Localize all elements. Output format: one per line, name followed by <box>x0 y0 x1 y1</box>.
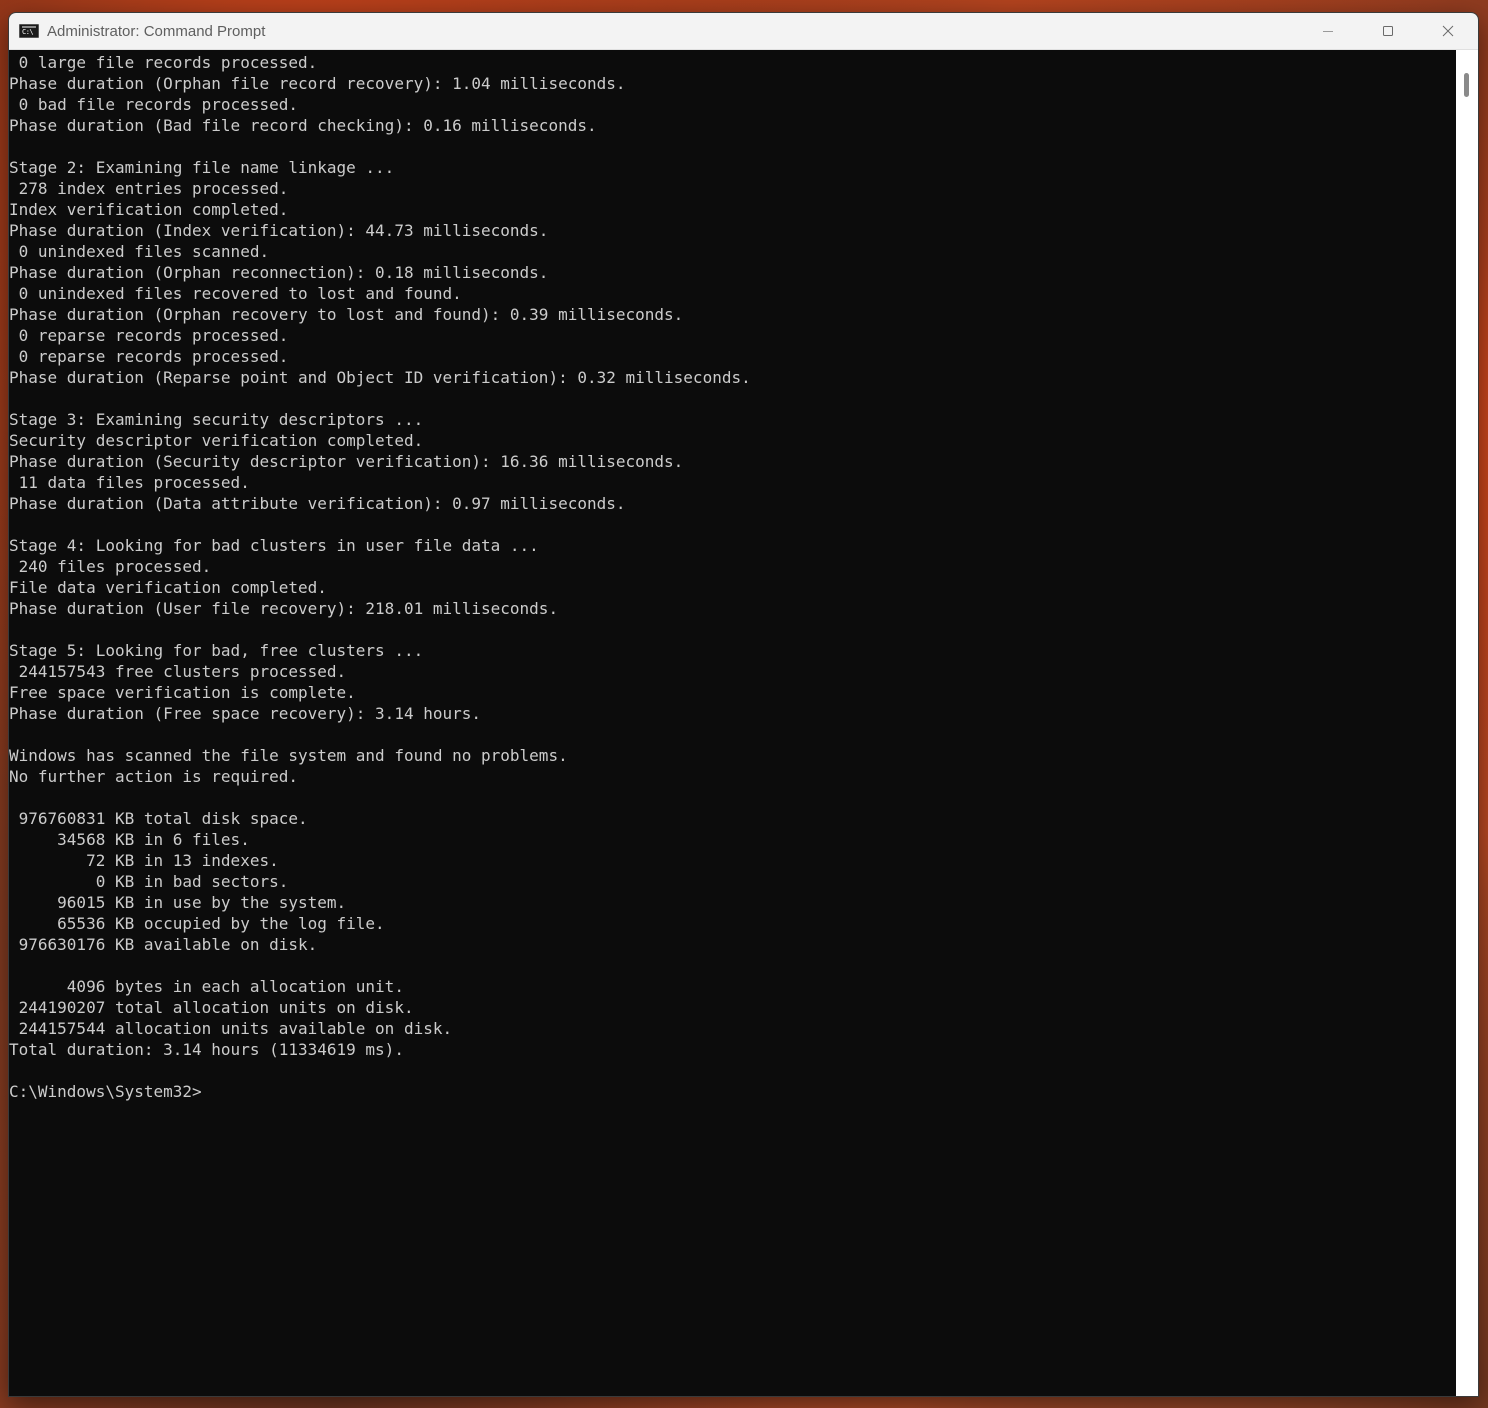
console-line: Phase duration (Orphan recovery to lost … <box>9 305 684 324</box>
console-line: Phase duration (User file recovery): 218… <box>9 599 559 618</box>
console-line: Phase duration (Security descriptor veri… <box>9 452 684 471</box>
command-prompt-icon[interactable]: C:\ <box>19 24 39 38</box>
minimize-button[interactable] <box>1298 13 1358 49</box>
console-line: 65536 KB occupied by the log file. <box>9 914 385 933</box>
console-line: 244157543 free clusters processed. <box>9 662 347 681</box>
console-line: Index verification completed. <box>9 200 289 219</box>
scrollbar-thumb[interactable] <box>1464 73 1469 97</box>
console-line: 72 KB in 13 indexes. <box>9 851 279 870</box>
console-line: Phase duration (Index verification): 44.… <box>9 221 549 240</box>
console-line: Phase duration (Bad file record checking… <box>9 116 597 135</box>
close-button[interactable] <box>1418 13 1478 49</box>
console-line: 0 reparse records processed. <box>9 326 289 345</box>
console-line: No further action is required. <box>9 767 298 786</box>
app-icon-text: C:\ <box>22 28 34 36</box>
console-line: 976630176 KB available on disk. <box>9 935 318 954</box>
console-line: 244190207 total allocation units on disk… <box>9 998 414 1017</box>
console-line: 0 unindexed files scanned. <box>9 242 270 261</box>
console-line: 278 index entries processed. <box>9 179 289 198</box>
vertical-scrollbar[interactable] <box>1456 50 1478 1396</box>
close-icon <box>1442 25 1454 37</box>
title-bar[interactable]: C:\ Administrator: Command Prompt <box>9 13 1478 50</box>
console-line: File data verification completed. <box>9 578 327 597</box>
console-line: 0 reparse records processed. <box>9 347 289 366</box>
console-line: Stage 2: Examining file name linkage ... <box>9 158 395 177</box>
console-line: Free space verification is complete. <box>9 683 356 702</box>
console-line: 34568 KB in 6 files. <box>9 830 250 849</box>
console-line: Phase duration (Reparse point and Object… <box>9 368 751 387</box>
console-line: Phase duration (Data attribute verificat… <box>9 494 626 513</box>
console-line: Phase duration (Orphan reconnection): 0.… <box>9 263 549 282</box>
console-line: 244157544 allocation units available on … <box>9 1019 453 1038</box>
console-line: 0 KB in bad sectors. <box>9 872 289 891</box>
console-line: Stage 4: Looking for bad clusters in use… <box>9 536 539 555</box>
minimize-icon <box>1323 31 1333 32</box>
console-line: 0 bad file records processed. <box>9 95 298 114</box>
console-line: 0 large file records processed. <box>9 53 318 72</box>
window-title: Administrator: Command Prompt <box>47 22 266 40</box>
console-line: Security descriptor verification complet… <box>9 431 424 450</box>
console-line: 4096 bytes in each allocation unit. <box>9 977 404 996</box>
console-line: Phase duration (Orphan file record recov… <box>9 74 626 93</box>
console-line: 976760831 KB total disk space. <box>9 809 308 828</box>
console-line: Total duration: 3.14 hours (11334619 ms)… <box>9 1040 404 1059</box>
maximize-icon <box>1383 26 1393 36</box>
console-line: Windows has scanned the file system and … <box>9 746 568 765</box>
maximize-button[interactable] <box>1358 13 1418 49</box>
console-line: C:\Windows\System32> <box>9 1082 202 1101</box>
command-prompt-window: C:\ Administrator: Command Prompt 0 larg… <box>8 12 1479 1397</box>
console-line: 96015 KB in use by the system. <box>9 893 347 912</box>
console-line: 11 data files processed. <box>9 473 250 492</box>
console-line: Stage 3: Examining security descriptors … <box>9 410 424 429</box>
console-line: Phase duration (Free space recovery): 3.… <box>9 704 482 723</box>
console-line: 0 unindexed files recovered to lost and … <box>9 284 462 303</box>
window-controls <box>1298 13 1478 49</box>
console-line: 240 files processed. <box>9 557 212 576</box>
console-output[interactable]: 0 large file records processed. Phase dur… <box>9 50 1456 1396</box>
console-line: Stage 5: Looking for bad, free clusters … <box>9 641 424 660</box>
